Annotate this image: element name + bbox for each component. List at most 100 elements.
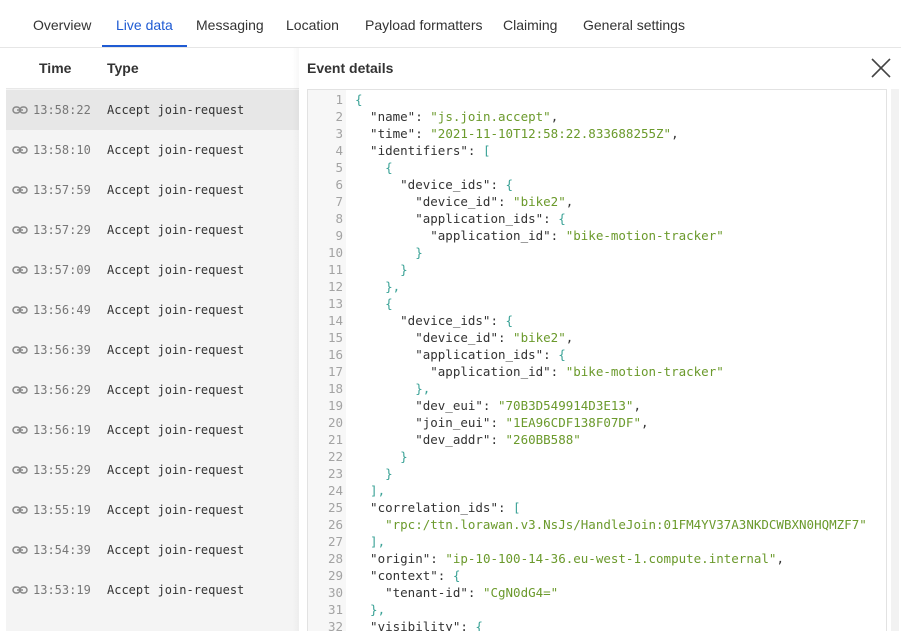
event-type: Accept join-request (107, 263, 245, 277)
event-type: Accept join-request (107, 543, 245, 557)
code-line: 32 "visibility": { (308, 618, 886, 631)
tab-location[interactable]: Location (272, 0, 353, 47)
code-line: 9 "application_id": "bike-motion-tracker… (308, 227, 886, 244)
link-icon (12, 382, 28, 398)
link-icon (12, 182, 28, 198)
event-time: 13:55:29 (33, 463, 91, 477)
event-row[interactable]: 13:55:19 Accept join-request (6, 490, 299, 530)
json-bracket: { (355, 296, 393, 311)
json-string: "bike2" (513, 330, 566, 345)
code-line: 7 "device_id": "bike2", (308, 193, 886, 210)
event-row[interactable]: 13:58:10 Accept join-request (6, 130, 299, 170)
code-text: ], (355, 482, 385, 499)
code-text: { (355, 295, 393, 312)
json-bracket: } (355, 466, 393, 481)
line-number: 4 (335, 143, 343, 158)
code-text: "application_id": "bike-motion-tracker" (355, 227, 724, 244)
code-text: "application_ids": { (355, 210, 566, 227)
code-line: 4 "identifiers": [ (308, 142, 886, 159)
tab-messaging[interactable]: Messaging (182, 0, 278, 47)
json-key: "application_ids": (355, 211, 559, 226)
tab-claiming[interactable]: Claiming (489, 0, 571, 47)
scrollbar[interactable] (891, 89, 899, 631)
event-type: Accept join-request (107, 503, 245, 517)
event-time: 13:56:49 (33, 303, 91, 317)
line-number: 7 (335, 194, 343, 209)
event-row[interactable]: 13:57:29 Accept join-request (6, 210, 299, 250)
code-text: }, (355, 278, 400, 295)
json-key: , (550, 109, 559, 124)
json-key: , (565, 194, 574, 209)
json-key: "application_ids": (355, 347, 559, 362)
code-line: 20 "join_eui": "1EA96CDF138F07DF", (308, 414, 886, 431)
event-row[interactable]: 13:53:19 Accept join-request (6, 570, 299, 610)
json-key: "identifiers": (355, 143, 483, 158)
code-text: "device_id": "bike2", (355, 329, 573, 346)
event-row[interactable]: 13:56:19 Accept join-request (6, 410, 299, 450)
code-line: 21 "dev_addr": "260BB588" (308, 431, 886, 448)
line-number: 15 (327, 330, 343, 345)
json-key: "application_id": (355, 364, 566, 379)
event-row[interactable]: 13:54:39 Accept join-request (6, 530, 299, 570)
code-line: 28 "origin": "ip-10-100-14-36.eu-west-1.… (308, 550, 886, 567)
tab-live-data[interactable]: Live data (102, 0, 187, 47)
code-text: "device_ids": { (355, 176, 513, 193)
json-bracket: { (355, 92, 363, 107)
event-time: 13:58:22 (33, 103, 91, 117)
json-bracket: { (505, 313, 514, 328)
column-header-type[interactable]: Type (107, 48, 139, 89)
line-number: 27 (327, 534, 343, 549)
json-key: "device_id": (355, 330, 514, 345)
tab-payload-formatters[interactable]: Payload formatters (351, 0, 497, 47)
code-text: } (355, 261, 408, 278)
tab-overview[interactable]: Overview (19, 0, 105, 47)
json-key: "tenant-id": (355, 585, 483, 600)
event-row[interactable]: 13:55:29 Accept join-request (6, 450, 299, 490)
json-string: "bike-motion-tracker" (565, 364, 724, 379)
code-text: "visibility": { (355, 618, 483, 631)
json-bracket: ], (355, 534, 386, 549)
event-row[interactable]: 13:56:29 Accept join-request (6, 370, 299, 410)
link-icon (12, 462, 28, 478)
line-number: 17 (327, 364, 343, 379)
event-row[interactable]: 13:57:09 Accept join-request (6, 250, 299, 290)
code-text: }, (355, 380, 430, 397)
code-text: "tenant-id": "CgN0dG4=" (355, 584, 558, 601)
json-key: , (633, 398, 641, 413)
line-number: 22 (327, 449, 343, 464)
tab-general-settings[interactable]: General settings (569, 0, 699, 47)
code-text: "identifiers": [ (355, 142, 490, 159)
code-text: "time": "2021-11-10T12:58:22.833688255Z"… (355, 125, 679, 142)
close-icon[interactable] (869, 56, 893, 80)
event-row[interactable]: 13:57:59 Accept join-request (6, 170, 299, 210)
link-icon (12, 342, 28, 358)
code-text: "device_id": "bike2", (355, 193, 573, 210)
line-number: 8 (335, 211, 343, 226)
line-number: 28 (327, 551, 343, 566)
json-string: "70B3D549914D3E13" (498, 398, 634, 413)
json-key: "context": (355, 568, 453, 583)
line-number: 19 (327, 398, 343, 413)
event-row[interactable]: 13:56:39 Accept join-request (6, 330, 299, 370)
json-viewer[interactable]: 1{2 "name": "js.join.accept", 3 "time": "… (307, 89, 887, 631)
code-line: 22 } (308, 448, 886, 465)
link-icon (12, 502, 28, 518)
json-key: "device_id": (355, 194, 514, 209)
column-header-time[interactable]: Time (39, 48, 71, 89)
json-bracket: }, (355, 602, 386, 617)
line-number: 25 (327, 500, 343, 515)
event-row[interactable]: 13:56:49 Accept join-request (6, 290, 299, 330)
line-number: 21 (327, 432, 343, 447)
line-number: 24 (327, 483, 343, 498)
code-line: 11 } (308, 261, 886, 278)
line-number: 16 (327, 347, 343, 362)
event-time: 13:56:19 (33, 423, 91, 437)
event-time: 13:54:39 (33, 543, 91, 557)
code-text: "context": { (355, 567, 460, 584)
event-time: 13:53:19 (33, 583, 91, 597)
code-text: "name": "js.join.accept", (355, 108, 558, 125)
code-text: "dev_addr": "260BB588" (355, 431, 581, 448)
json-bracket: [ (513, 500, 521, 515)
event-type: Accept join-request (107, 223, 245, 237)
event-row[interactable]: 13:58:22 Accept join-request (6, 90, 299, 130)
